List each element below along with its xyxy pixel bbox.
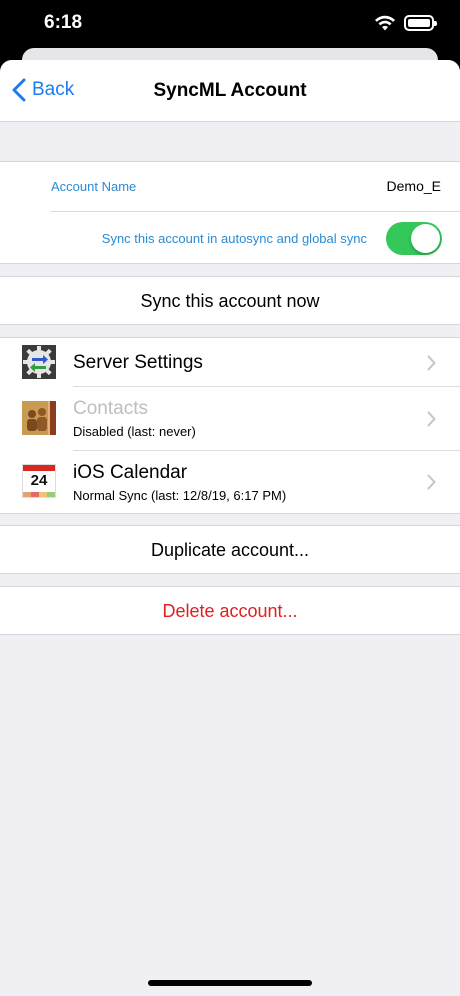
gear-sync-icon <box>22 345 56 379</box>
page-title: SyncML Account <box>153 80 307 101</box>
account-name-row[interactable]: Account Name Demo_E <box>0 162 460 212</box>
duplicate-group: Duplicate account... <box>0 525 460 574</box>
account-settings-group: Account Name Demo_E Sync this account in… <box>0 161 460 264</box>
autosync-toggle[interactable] <box>386 222 442 255</box>
account-name-value[interactable]: Demo_E <box>387 178 441 194</box>
chevron-right-icon <box>427 355 436 371</box>
autosync-label: Sync this account in autosync and global… <box>101 231 367 246</box>
contacts-book-icon <box>22 401 56 435</box>
sync-now-button[interactable]: Sync this account now <box>0 291 460 312</box>
wifi-icon <box>375 15 395 31</box>
sync-now-group: Sync this account now <box>0 276 460 325</box>
sync-items-group: Server Settings Contacts Disabled (last:… <box>0 337 460 514</box>
contacts-row[interactable]: Contacts Disabled (last: never) <box>0 387 460 451</box>
battery-icon <box>404 15 437 31</box>
modal-sheet: Back SyncML Account Account Name Demo_E … <box>0 60 460 996</box>
autosync-row: Sync this account in autosync and global… <box>0 212 460 264</box>
delete-group: Delete account... <box>0 586 460 635</box>
toggle-knob <box>411 224 440 253</box>
duplicate-account-button[interactable]: Duplicate account... <box>0 540 460 561</box>
status-icons <box>374 14 437 32</box>
home-indicator[interactable] <box>148 980 312 986</box>
delete-account-button[interactable]: Delete account... <box>0 601 460 622</box>
server-settings-title: Server Settings <box>73 352 203 373</box>
ios-calendar-subtitle: Normal Sync (last: 12/8/19, 6:17 PM) <box>73 488 287 503</box>
chevron-right-icon <box>427 411 436 427</box>
server-settings-row[interactable]: Server Settings <box>0 338 460 387</box>
ios-calendar-row[interactable]: 24 iOS Calendar Normal Sync (last: 12/8/… <box>0 451 460 513</box>
ios-calendar-title: iOS Calendar <box>73 462 188 483</box>
calendar-day: 24 <box>30 472 48 489</box>
navigation-bar: Back SyncML Account <box>0 60 460 122</box>
account-name-label: Account Name <box>51 179 137 194</box>
contacts-title: Contacts <box>73 398 148 419</box>
chevron-right-icon <box>427 474 436 490</box>
status-bar: 6:18 <box>0 0 460 48</box>
status-time: 6:18 <box>44 12 83 33</box>
calendar-icon: 24 <box>22 464 56 498</box>
contacts-subtitle: Disabled (last: never) <box>73 424 196 439</box>
